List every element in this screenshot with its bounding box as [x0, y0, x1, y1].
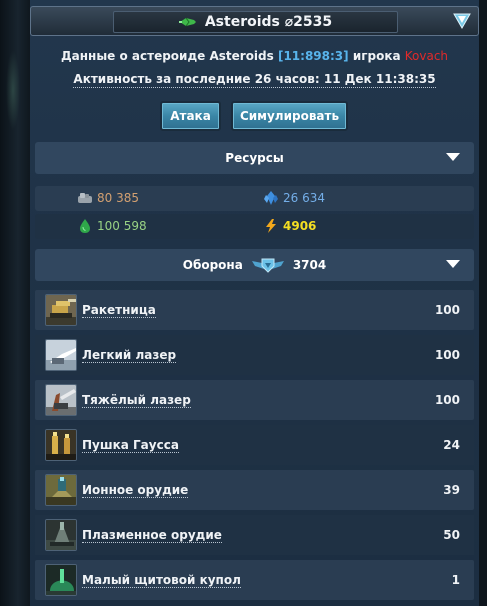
defense-name-link[interactable]: Малый щитовой купол	[82, 573, 241, 588]
chevron-down-icon[interactable]	[450, 9, 474, 33]
defense-count: 50	[443, 528, 460, 542]
defense-count: 39	[443, 483, 460, 497]
resources-row: 80 385 26 634	[35, 186, 474, 211]
defense-title: Оборона 3704	[183, 255, 326, 275]
list-item[interactable]: Тяжёлый лазер 100	[35, 380, 474, 420]
crystal-icon	[264, 191, 278, 205]
collapse-triangle-icon	[446, 153, 460, 161]
energy-amount: 4906	[283, 219, 317, 233]
deuterium-amount: 100 598	[97, 219, 147, 233]
lightning-icon	[266, 219, 276, 233]
defense-section-label: Оборона	[182, 258, 243, 272]
crystal-resource: 26 634	[263, 190, 325, 206]
light-laser-image	[45, 339, 77, 371]
plasma-cannon-image	[45, 519, 77, 551]
metal-icon	[78, 193, 92, 203]
defense-section-header[interactable]: Оборона 3704	[35, 249, 474, 281]
list-item[interactable]: Легкий лазер 100	[35, 335, 474, 375]
activity-text: Активность за последние 26 часов: 11 Дек…	[73, 72, 436, 88]
deuterium-icon	[80, 219, 90, 233]
metal-amount: 80 385	[97, 191, 139, 205]
info-prefix: Данные о астероиде Asteroids	[60, 49, 278, 63]
info-mid: игрока	[348, 49, 405, 63]
defense-total: 3704	[292, 258, 327, 272]
resources-row: 100 598 4906	[35, 214, 474, 239]
player-name-link[interactable]: Kovach	[405, 49, 448, 63]
gauss-cannon-image	[45, 429, 77, 461]
defense-name-link[interactable]: Тяжёлый лазер	[82, 393, 191, 408]
small-shield-dome-image	[45, 564, 77, 596]
list-item[interactable]: Пушка Гаусса 24	[35, 425, 474, 465]
defense-count: 100	[434, 348, 460, 362]
panel-header: Asteroids ⌀2535	[30, 6, 479, 36]
defense-count: 100	[434, 393, 460, 407]
defense-count: 100	[434, 303, 460, 317]
header-title-box: Asteroids ⌀2535	[113, 11, 398, 33]
list-item[interactable]: Малый щитовой купол 1	[35, 560, 474, 600]
asteroid-info-panel: Asteroids ⌀2535 Данные о астероиде Aster…	[30, 0, 479, 606]
list-item[interactable]: Ракетница 100	[35, 290, 474, 330]
deuterium-resource: 100 598	[77, 218, 147, 234]
defense-name-link[interactable]: Ионное орудие	[82, 483, 189, 498]
ion-cannon-image	[45, 474, 77, 506]
background-strip-right	[479, 0, 487, 606]
page-title: Asteroids ⌀2535	[204, 14, 333, 30]
simulate-button[interactable]: Симулировать	[231, 101, 348, 131]
defense-name-link[interactable]: Плазменное орудие	[82, 528, 222, 543]
activity-line: Активность за последние 26 часов: 11 Дек…	[30, 72, 479, 88]
defense-name-link[interactable]: Пушка Гаусса	[82, 438, 179, 453]
list-item[interactable]: Плазменное орудие 50	[35, 515, 474, 555]
resources-section-header[interactable]: Ресурсы	[35, 142, 474, 174]
background-glow	[6, 50, 20, 130]
metal-resource: 80 385	[77, 190, 139, 206]
shield-wings-icon	[251, 258, 284, 273]
resources-grid: 80 385 26 634 100 598 4906	[35, 186, 474, 240]
asteroid-info-line: Данные о астероиде Asteroids [11:898:3] …	[30, 49, 479, 63]
collapse-triangle-icon	[446, 260, 460, 268]
attack-button[interactable]: Атака	[160, 101, 221, 131]
crystal-amount: 26 634	[283, 191, 325, 205]
spaceship-icon	[178, 17, 196, 27]
defense-count: 1	[451, 573, 460, 587]
list-item[interactable]: Ионное орудие 39	[35, 470, 474, 510]
defense-name-link[interactable]: Ракетница	[82, 303, 156, 318]
rocket-launcher-image	[45, 294, 77, 326]
defense-count: 24	[443, 438, 460, 452]
heavy-laser-image	[45, 384, 77, 416]
resources-section-label: Ресурсы	[225, 151, 284, 165]
energy-resource: 4906	[263, 218, 316, 234]
defense-name-link[interactable]: Легкий лазер	[82, 348, 177, 363]
background-strip-left	[0, 0, 30, 606]
coordinates-link[interactable]: [11:898:3]	[278, 49, 349, 63]
